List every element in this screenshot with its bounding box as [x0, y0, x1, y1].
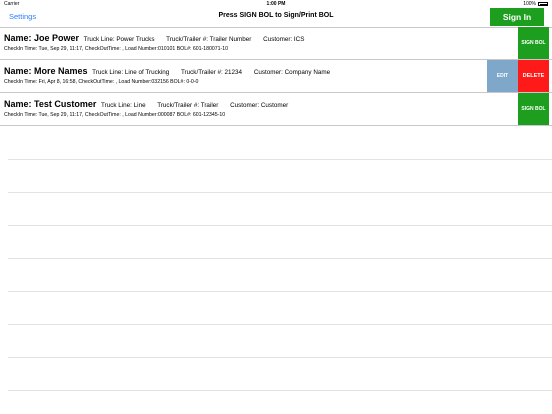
empty-row-separator	[8, 192, 552, 193]
row-trailer: Truck/Trailer #: Trailer Number	[166, 36, 252, 43]
battery-percent: 100%	[523, 1, 536, 7]
row-truck-line: Truck Line: Line of Trucking	[92, 69, 170, 76]
empty-row-separator	[8, 159, 552, 160]
status-bar: Carrier 1:00 PM 100%	[0, 0, 552, 8]
row-name: Name: Test Customer	[4, 99, 97, 109]
row-name: Name: More Names	[4, 66, 88, 76]
row-customer: Customer: ICS	[263, 36, 305, 43]
empty-row-separator	[8, 225, 552, 226]
table-row[interactable]: Name: Test Customer Truck Line: Line Tru…	[0, 93, 552, 126]
sign-bol-button[interactable]: SIGN BOL	[518, 93, 549, 125]
row-trailer: Truck/Trailer #: Trailer	[157, 102, 219, 109]
empty-row-separator	[8, 390, 552, 391]
sign-in-button[interactable]: Sign In	[490, 8, 544, 26]
battery-indicator: 100%	[523, 0, 548, 8]
row-customer: Customer: Customer	[230, 102, 289, 109]
row-customer: Customer: Company Name	[253, 69, 331, 76]
row-details: CheckIn Time: Tue, Sep 29, 11:17, CheckO…	[4, 46, 229, 52]
row-details: CheckIn Time: Fri, Apr 8, 16:58, CheckOu…	[4, 79, 199, 85]
battery-icon	[538, 2, 548, 6]
empty-row-separator	[8, 324, 552, 325]
row-trailer: Truck/Trailer #: 21234	[180, 69, 243, 76]
delete-button[interactable]: DELETE	[518, 60, 549, 92]
sign-bol-button[interactable]: SIGN BOL	[518, 27, 549, 59]
row-details: CheckIn Time: Tue, Sep 29, 11:17, CheckO…	[4, 112, 226, 118]
row-name: Name: Joe Power	[4, 33, 80, 43]
row-truck-line: Truck Line: Line	[101, 102, 146, 109]
page-title: Press SIGN BOL to Sign/Print BOL	[218, 12, 334, 19]
table-row[interactable]: Name: Joe Power Truck Line: Power Trucks…	[0, 27, 552, 60]
empty-row-separator	[8, 291, 552, 292]
empty-row-separator	[8, 258, 552, 259]
empty-row-separator	[8, 357, 552, 358]
navigation-bar: Settings Press SIGN BOL to Sign/Print BO…	[0, 8, 552, 28]
edit-button[interactable]: EDIT	[487, 60, 518, 92]
table-row[interactable]: Name: More Names Truck Line: Line of Tru…	[0, 60, 552, 93]
row-truck-line: Truck Line: Power Trucks	[83, 36, 155, 43]
status-time: 1:00 PM	[266, 1, 286, 7]
